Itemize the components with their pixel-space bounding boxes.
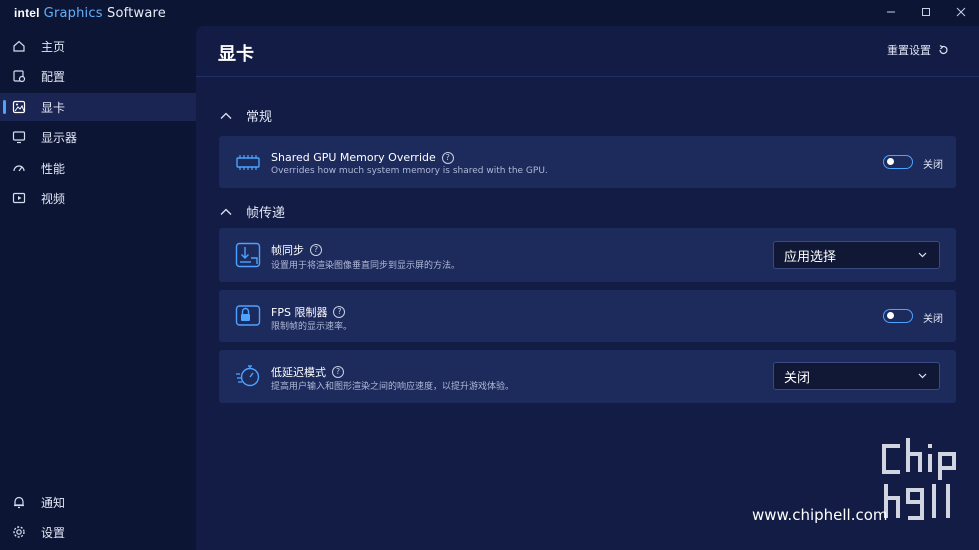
chevron-down-icon xyxy=(918,252,927,258)
close-button[interactable] xyxy=(950,4,972,22)
sidebar-item-label: 主页 xyxy=(41,39,66,54)
toggle-knob xyxy=(887,312,894,319)
card-title-row: Shared GPU Memory Override ? xyxy=(271,151,454,164)
low-latency-title: 低延迟模式 xyxy=(271,366,326,379)
video-icon xyxy=(11,190,27,206)
card-fps-limiter: FPS 限制器 ? 限制帧的显示速率。 关闭 xyxy=(219,290,956,342)
close-icon xyxy=(956,7,966,17)
card-shared-gpu-memory: Shared GPU Memory Override ? Overrides h… xyxy=(219,136,956,188)
section-general-header[interactable]: 常规 xyxy=(220,106,272,125)
intel-logo: intel xyxy=(14,6,40,20)
profile-icon xyxy=(11,68,27,84)
shared-memory-title: Shared GPU Memory Override xyxy=(271,151,436,164)
low-latency-select[interactable]: 关闭 xyxy=(773,362,940,390)
vsync-selected-value: 应用选择 xyxy=(784,249,837,265)
reset-label: 重置设置 xyxy=(887,44,931,57)
shared-memory-toggle[interactable] xyxy=(883,155,913,169)
card-title-row: 帧同步 ? xyxy=(271,242,322,258)
vsync-select[interactable]: 应用选择 xyxy=(773,241,940,269)
bell-icon xyxy=(11,494,27,510)
vsync-description: 设置用于将渲染图像垂直同步到显示屏的方法。 xyxy=(271,261,461,271)
shared-memory-toggle-label: 关闭 xyxy=(923,160,943,171)
sidebar-item-label: 显示器 xyxy=(41,130,78,145)
chevron-down-icon xyxy=(918,373,927,379)
brand-software: Software xyxy=(107,6,166,21)
memory-chip-icon xyxy=(236,155,260,170)
app-brand: intel Graphics Software xyxy=(14,6,166,21)
reset-icon xyxy=(939,44,948,55)
gear-icon xyxy=(11,524,27,540)
section-frame-delivery-header[interactable]: 帧传递 xyxy=(220,202,285,221)
graphics-icon xyxy=(11,99,27,115)
performance-gauge-icon xyxy=(11,160,27,176)
stopwatch-icon xyxy=(236,365,260,387)
shared-memory-description: Overrides how much system memory is shar… xyxy=(271,166,548,176)
sidebar-item-label: 设置 xyxy=(41,525,66,540)
toggle-knob xyxy=(887,158,894,165)
low-latency-description: 提高用户输入和图形渲染之间的响应速度，以提升游戏体验。 xyxy=(271,382,515,392)
section-frame-delivery-label: 帧传递 xyxy=(246,206,286,221)
fps-limiter-title: FPS 限制器 xyxy=(271,306,328,319)
fps-limiter-toggle-label: 关闭 xyxy=(923,314,943,325)
sidebar-item-settings[interactable]: 设置 xyxy=(0,518,196,546)
vsync-icon xyxy=(235,242,261,268)
maximize-button[interactable] xyxy=(915,4,937,22)
card-title-row: 低延迟模式 ? xyxy=(271,364,344,380)
section-general-label: 常规 xyxy=(246,110,273,125)
low-latency-selected-value: 关闭 xyxy=(784,370,811,386)
sidebar-item-home[interactable]: 主页 xyxy=(0,32,196,60)
header-divider xyxy=(196,76,979,77)
chiphell-watermark-logo xyxy=(882,438,956,520)
sidebar-item-profile[interactable]: 配置 xyxy=(0,62,196,90)
help-icon[interactable]: ? xyxy=(333,306,346,318)
monitor-icon xyxy=(11,129,27,145)
sidebar-item-notifications[interactable]: 通知 xyxy=(0,488,196,516)
card-vsync: 帧同步 ? 设置用于将渲染图像垂直同步到显示屏的方法。 应用选择 xyxy=(219,228,956,282)
minimize-icon xyxy=(887,11,895,13)
help-icon[interactable]: ? xyxy=(332,366,344,378)
main-panel: 显卡 重置设置 常规 Shared GPU Memory Override ? … xyxy=(196,26,979,550)
title-bar: intel Graphics Software xyxy=(0,0,979,26)
home-icon xyxy=(11,38,27,54)
sidebar-item-monitor[interactable]: 显示器 xyxy=(0,123,196,151)
sidebar-item-performance[interactable]: 性能 xyxy=(0,154,196,182)
vsync-title: 帧同步 xyxy=(271,244,304,257)
help-icon[interactable]: ? xyxy=(310,244,322,256)
sidebar-item-label: 视频 xyxy=(41,191,66,206)
page-title: 显卡 xyxy=(218,44,254,65)
fps-limiter-description: 限制帧的显示速率。 xyxy=(271,322,353,332)
fps-limiter-toggle[interactable] xyxy=(883,309,913,323)
fps-limiter-lock-icon xyxy=(235,305,261,326)
chevron-up-icon xyxy=(220,208,232,215)
help-icon[interactable]: ? xyxy=(441,151,454,164)
card-low-latency: 低延迟模式 ? 提高用户输入和图形渲染之间的响应速度，以提升游戏体验。 关闭 xyxy=(219,350,956,403)
watermark-text: www.chiphell.com xyxy=(752,506,888,524)
sidebar-item-label: 性能 xyxy=(41,161,66,176)
maximize-icon xyxy=(922,8,930,16)
brand-graphics: Graphics xyxy=(43,6,103,21)
chevron-up-icon xyxy=(220,112,232,119)
sidebar: 主页 配置 显卡 显示器 性能 视频 通知 设置 xyxy=(0,32,196,550)
minimize-button[interactable] xyxy=(880,4,902,22)
card-title-row: FPS 限制器 ? xyxy=(271,304,346,320)
sidebar-item-label: 配置 xyxy=(41,69,66,84)
sidebar-item-label: 显卡 xyxy=(41,100,66,115)
sidebar-item-graphics[interactable]: 显卡 xyxy=(0,93,196,121)
sidebar-item-label: 通知 xyxy=(41,495,66,510)
reset-settings-button[interactable]: 重置设置 xyxy=(887,42,949,58)
sidebar-item-video[interactable]: 视频 xyxy=(0,184,196,212)
